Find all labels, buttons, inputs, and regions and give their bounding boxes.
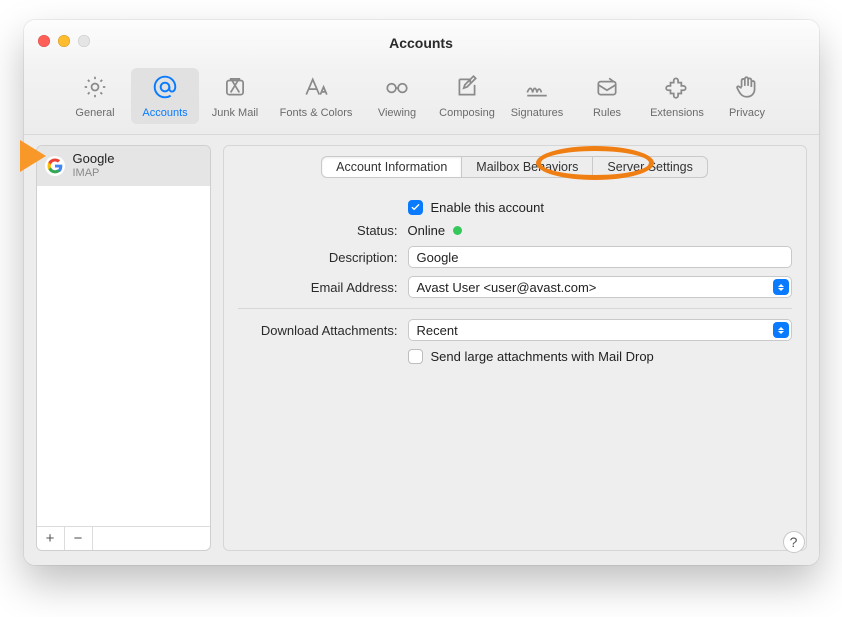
compose-icon (454, 74, 480, 104)
account-type: IMAP (73, 166, 115, 180)
email-address-popup[interactable]: Avast User <user@avast.com> (408, 276, 792, 298)
hand-icon (734, 74, 760, 104)
tab-label: Junk Mail (212, 106, 258, 120)
enable-account-label: Enable this account (431, 200, 544, 215)
download-attachments-value: Recent (417, 323, 458, 338)
junk-icon (222, 74, 248, 104)
tab-label: Privacy (729, 106, 765, 120)
tab-viewing[interactable]: Viewing (363, 68, 431, 124)
accounts-list: Google IMAP (37, 146, 210, 526)
account-name: Google (73, 152, 115, 166)
status-label: Status: (238, 223, 408, 238)
tab-general[interactable]: General (61, 68, 129, 124)
tab-extensions[interactable]: Extensions (643, 68, 711, 124)
at-sign-icon (152, 74, 178, 104)
tab-rules[interactable]: Rules (573, 68, 641, 124)
preferences-toolbar: General Accounts Junk Mail Fonts & Color… (24, 66, 819, 135)
tab-label: Accounts (142, 106, 187, 120)
tab-label: Composing (439, 106, 495, 120)
zoom-window-button[interactable] (78, 35, 90, 47)
status-value: Online (408, 223, 446, 238)
mail-drop-label: Send large attachments with Mail Drop (431, 349, 654, 364)
window-controls (38, 35, 90, 47)
tab-label: Viewing (378, 106, 416, 120)
tab-label: Rules (593, 106, 621, 120)
window-title: Accounts (389, 35, 453, 51)
tab-label: Extensions (650, 106, 704, 120)
add-account-button[interactable]: + (37, 527, 65, 550)
signature-icon (524, 74, 550, 104)
puzzle-icon (664, 74, 690, 104)
tab-label: General (75, 106, 114, 120)
download-label: Download Attachments: (238, 323, 408, 338)
email-label: Email Address: (238, 280, 408, 295)
minimize-window-button[interactable] (58, 35, 70, 47)
status-online-icon (453, 226, 462, 235)
enable-account-checkbox[interactable] (408, 200, 423, 215)
form-rows: Enable this account Status: Online Descr… (238, 196, 792, 368)
mail-drop-checkbox[interactable] (408, 349, 423, 364)
gear-icon (82, 74, 108, 104)
tab-junk-mail[interactable]: Junk Mail (201, 68, 269, 124)
tab-label: Fonts & Colors (280, 106, 353, 120)
accounts-sidebar: Google IMAP + − (36, 145, 211, 551)
accounts-preferences-window: Accounts General Accounts Junk Mail Font… (24, 20, 819, 565)
detail-tabs: Account Information Mailbox Behaviors Se… (238, 156, 792, 178)
tab-composing[interactable]: Composing (433, 68, 501, 124)
tab-account-information[interactable]: Account Information (321, 156, 462, 178)
close-window-button[interactable] (38, 35, 50, 47)
glasses-icon (384, 74, 410, 104)
help-button[interactable]: ? (783, 531, 805, 553)
rules-icon (594, 74, 620, 104)
titlebar: Accounts (24, 20, 819, 66)
description-label: Description: (238, 250, 408, 265)
chevron-updown-icon (773, 322, 789, 338)
tab-accounts[interactable]: Accounts (131, 68, 199, 124)
content-area: Google IMAP + − Account Information Mail… (24, 135, 819, 565)
chevron-updown-icon (773, 279, 789, 295)
tab-privacy[interactable]: Privacy (713, 68, 781, 124)
divider (238, 308, 792, 309)
add-remove-bar: + − (37, 526, 210, 550)
tab-label: Signatures (511, 106, 564, 120)
fonts-icon (303, 74, 329, 104)
tab-mailbox-behaviors[interactable]: Mailbox Behaviors (462, 156, 593, 178)
email-address-value: Avast User <user@avast.com> (417, 280, 597, 295)
account-row-google[interactable]: Google IMAP (37, 146, 210, 186)
remove-account-button[interactable]: − (65, 527, 93, 550)
tab-server-settings[interactable]: Server Settings (593, 156, 707, 178)
google-icon (45, 156, 65, 176)
description-input[interactable] (408, 246, 792, 268)
account-detail-panel: Account Information Mailbox Behaviors Se… (223, 145, 807, 551)
tab-fonts-colors[interactable]: Fonts & Colors (271, 68, 361, 124)
download-attachments-popup[interactable]: Recent (408, 319, 792, 341)
tab-signatures[interactable]: Signatures (503, 68, 571, 124)
